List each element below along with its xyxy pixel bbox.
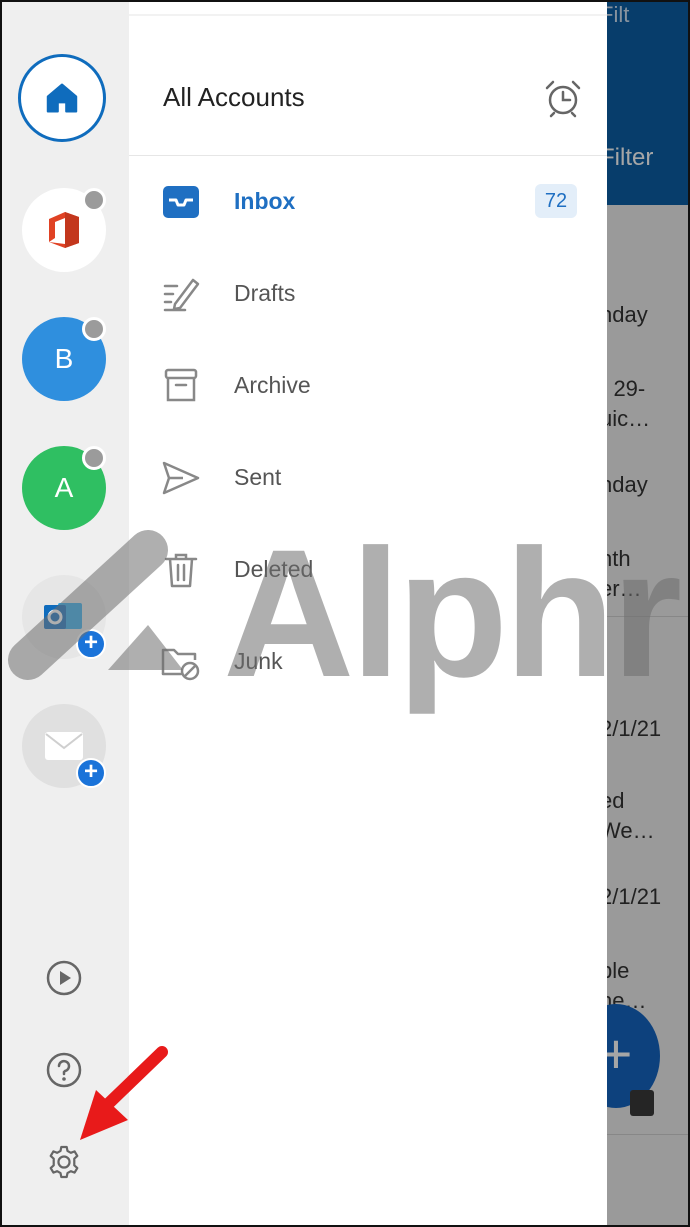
screen-frame [0, 0, 690, 1227]
